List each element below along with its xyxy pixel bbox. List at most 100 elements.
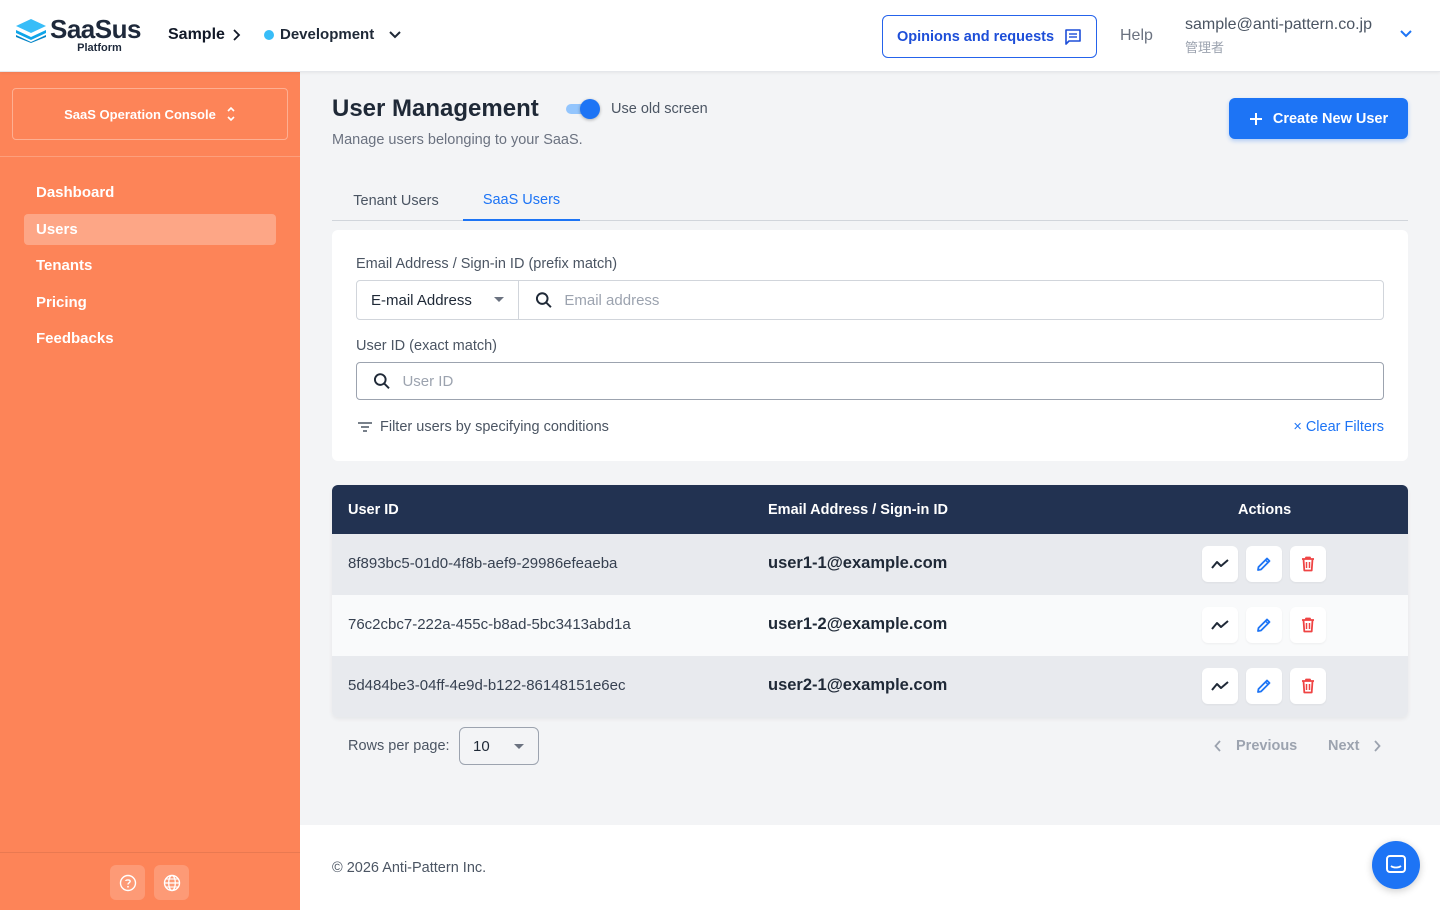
activity-button[interactable]: [1202, 668, 1238, 704]
chevron-right-icon: [1374, 740, 1382, 752]
previous-page-button[interactable]: Previous: [1214, 738, 1297, 754]
delete-button[interactable]: [1290, 668, 1326, 704]
userid-filter-label: User ID (exact match): [356, 338, 497, 354]
sidebar-item-label: Feedbacks: [36, 330, 114, 347]
filter-conditions-button[interactable]: Filter users by specifying conditions: [358, 419, 609, 435]
pencil-icon: [1257, 679, 1271, 693]
email-cell: user1-1@example.com: [768, 554, 948, 572]
console-selector[interactable]: SaaS Operation Console: [12, 88, 288, 140]
environment-status-dot: [264, 29, 274, 40]
use-old-screen-toggle[interactable]: [566, 99, 600, 119]
search-icon: [373, 373, 390, 389]
account-email: sample@anti-pattern.co.jp: [1185, 16, 1372, 33]
filter-conditions-label: Filter users by specifying conditions: [380, 419, 609, 435]
sidebar-item-users[interactable]: Users: [24, 214, 276, 245]
userid-search-input[interactable]: [402, 372, 1383, 390]
column-actions: Actions: [1238, 502, 1292, 518]
column-email: Email Address / Sign-in ID: [768, 502, 948, 518]
previous-label: Previous: [1236, 738, 1298, 754]
copyright-text: © 2026 Anti-Pattern Inc.: [332, 860, 487, 876]
email-filter-row: E-mail Address: [356, 280, 1384, 320]
caret-down-icon: [494, 297, 504, 302]
trash-icon: [1302, 617, 1314, 633]
sidebar-item-dashboard[interactable]: Dashboard: [24, 177, 276, 208]
users-table: User ID Email Address / Sign-in ID Actio…: [332, 485, 1408, 717]
app-name: Sample: [168, 26, 225, 43]
console-label: SaaS Operation Console: [64, 106, 216, 122]
sidebar-item-tenants[interactable]: Tenants: [24, 250, 276, 281]
activity-button[interactable]: [1202, 607, 1238, 643]
sidebar-item-label: Tenants: [36, 257, 93, 274]
environment-name: Development: [280, 26, 375, 43]
rows-per-page-value: 10: [473, 737, 490, 755]
email-cell: user1-2@example.com: [768, 615, 948, 633]
email-type-value: E-mail Address: [371, 291, 472, 309]
email-type-select[interactable]: E-mail Address: [357, 281, 519, 319]
clear-filters-link[interactable]: × Clear Filters: [1293, 419, 1384, 435]
toggle-label: Use old screen: [611, 101, 708, 117]
edit-button[interactable]: [1246, 546, 1282, 582]
chevron-up-down-icon: [227, 106, 235, 122]
edit-button[interactable]: [1246, 607, 1282, 643]
chat-support-button[interactable]: [1372, 841, 1420, 889]
sidebar-bottom-divider: [0, 852, 300, 853]
user-id-cell: 8f893bc5-01d0-4f8b-aef9-29986efeaeba: [348, 555, 618, 572]
opinions-button[interactable]: Opinions and requests: [882, 15, 1097, 58]
sidebar-item-pricing[interactable]: Pricing: [24, 287, 276, 318]
filter-icon: [358, 422, 372, 432]
activity-button[interactable]: [1202, 546, 1238, 582]
pencil-icon: [1257, 618, 1271, 632]
message-icon: [1065, 28, 1081, 45]
user-id-cell: 5d484be3-04ff-4e9d-b122-86148151e6ec: [348, 677, 626, 694]
table-row: 76c2cbc7-222a-455c-b8ad-5bc3413abd1a use…: [332, 595, 1408, 656]
trash-icon: [1302, 678, 1314, 694]
trending-icon: [1211, 620, 1229, 630]
search-icon: [535, 292, 552, 308]
tab-saas-users[interactable]: SaaS Users: [463, 180, 580, 221]
trash-icon: [1302, 556, 1314, 572]
sidebar-item-label: Users: [36, 221, 78, 238]
footer: © 2026 Anti-Pattern Inc.: [300, 825, 1440, 910]
logo-icon: [16, 19, 46, 43]
help-circle-button[interactable]: [110, 865, 145, 900]
create-new-user-button[interactable]: Create New User: [1229, 98, 1408, 139]
next-page-button[interactable]: Next: [1328, 738, 1382, 754]
next-label: Next: [1328, 738, 1360, 754]
plus-icon: [1249, 112, 1262, 125]
email-input-wrapper: [519, 281, 1383, 319]
sidebar-item-feedbacks[interactable]: Feedbacks: [24, 323, 276, 354]
create-button-label: Create New User: [1272, 110, 1389, 127]
top-header: SaaSus Platform Sample Development Opini…: [0, 0, 1440, 72]
column-user-id: User ID: [348, 502, 399, 518]
environment-selector[interactable]: Development: [264, 26, 402, 43]
delete-button[interactable]: [1290, 546, 1326, 582]
opinions-label: Opinions and requests: [896, 28, 1055, 45]
logo-name: SaaSus: [50, 14, 141, 44]
rows-per-page-label: Rows per page:: [348, 738, 450, 754]
email-search-input[interactable]: [564, 291, 1383, 309]
chevron-right-icon: [233, 29, 241, 41]
toggle-knob: [580, 99, 600, 119]
rows-per-page-select[interactable]: 10: [459, 727, 539, 765]
filter-card: Email Address / Sign-in ID (prefix match…: [332, 230, 1408, 461]
chevron-down-icon: [389, 30, 401, 38]
chat-icon: [1386, 855, 1406, 873]
table-row: 5d484be3-04ff-4e9d-b122-86148151e6ec use…: [332, 656, 1408, 717]
account-menu[interactable]: sample@anti-pattern.co.jp 管理者: [1185, 16, 1372, 56]
account-chevron-down-icon[interactable]: [1398, 28, 1414, 40]
sidebar-item-label: Pricing: [36, 294, 87, 311]
trending-icon: [1211, 559, 1229, 569]
edit-button[interactable]: [1246, 668, 1282, 704]
tab-tenant-users[interactable]: Tenant Users: [332, 180, 460, 221]
app-breadcrumb[interactable]: Sample: [168, 26, 241, 44]
delete-button[interactable]: [1290, 607, 1326, 643]
help-link[interactable]: Help: [1120, 27, 1153, 45]
globe-icon: [163, 874, 180, 891]
chevron-left-icon: [1214, 740, 1221, 752]
language-button[interactable]: [154, 865, 189, 900]
pencil-icon: [1257, 557, 1271, 571]
saasus-logo[interactable]: SaaSus Platform: [16, 16, 141, 54]
sidebar-item-label: Dashboard: [36, 184, 115, 201]
sidebar-divider: [0, 156, 300, 157]
logo-subtitle: Platform: [77, 42, 122, 54]
